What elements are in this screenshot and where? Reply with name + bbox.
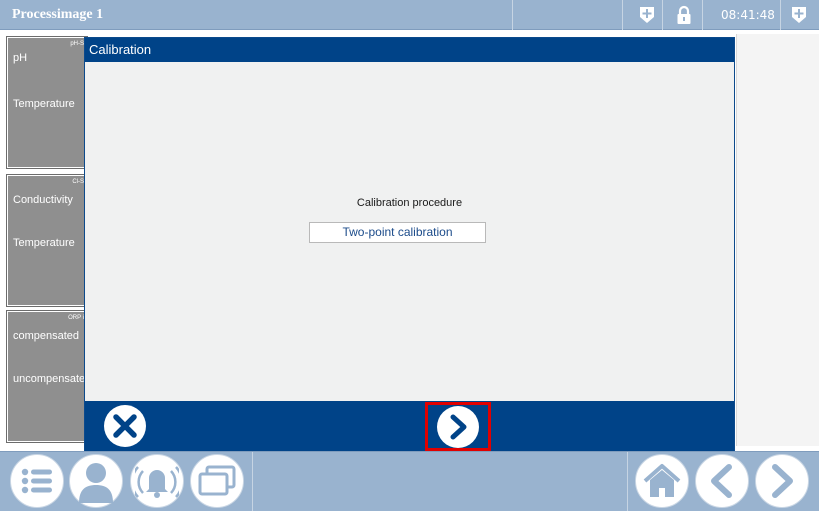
alarm-bell-icon <box>135 466 179 498</box>
top-bar-divider <box>512 0 513 30</box>
windows-icon <box>198 465 236 496</box>
procedure-label: Calibration procedure <box>356 197 463 209</box>
chevron-right-icon <box>450 414 467 440</box>
panel-label: compensated <box>13 330 80 342</box>
top-bar-divider <box>780 0 781 30</box>
process-image-title: Processimage 1 <box>12 7 104 22</box>
home-icon <box>643 464 681 497</box>
dialog-footer <box>85 401 734 451</box>
bottom-bar-divider <box>252 452 253 511</box>
lock-icon[interactable] <box>673 4 695 26</box>
dialog-title: Calibration <box>85 38 734 62</box>
user-icon <box>79 463 113 503</box>
calibration-dialog: Calibration Calibration procedure Two-po… <box>84 37 735 451</box>
top-bar: Processimage 1 08:41:48 <box>0 0 819 30</box>
alarm-button[interactable] <box>130 454 184 508</box>
top-bar-divider <box>662 0 663 30</box>
clock-time: 08:41:48 <box>721 8 775 22</box>
procedure-select[interactable]: Two-point calibration <box>309 222 486 243</box>
back-button[interactable] <box>695 454 749 508</box>
home-button[interactable] <box>635 454 689 508</box>
panel-label: Temperature <box>13 237 75 249</box>
measurement-panel-conductivity[interactable]: Cl-S Conductivity Temperature <box>6 174 88 307</box>
forward-icon <box>772 464 793 498</box>
menu-list-icon <box>21 468 52 494</box>
windows-button[interactable] <box>190 454 244 508</box>
bottom-bar <box>0 451 819 511</box>
screen: Processimage 1 08:41:48 pH-S pH Temperat… <box>0 0 819 511</box>
panel-label: pH <box>13 52 28 64</box>
panel-label: Conductivity <box>13 194 73 206</box>
top-bar-divider <box>622 0 623 30</box>
panel-label: uncompensated <box>13 373 92 385</box>
cancel-button[interactable] <box>104 405 146 447</box>
panel-tag: ORP i <box>68 315 84 321</box>
menu-button[interactable] <box>10 454 64 508</box>
forward-button[interactable] <box>755 454 809 508</box>
add-shield-icon[interactable] <box>788 4 810 26</box>
panel-tag: pH-S <box>70 41 84 47</box>
back-icon <box>711 464 732 498</box>
next-button[interactable] <box>437 406 479 448</box>
right-strip <box>736 34 819 446</box>
top-bar-divider <box>702 0 703 30</box>
measurement-panel-orp[interactable]: ORP i compensated uncompensated <box>6 310 91 443</box>
measurement-panel-ph[interactable]: pH-S pH Temperature <box>6 36 88 169</box>
user-button[interactable] <box>69 454 123 508</box>
add-shield-icon[interactable] <box>636 4 658 26</box>
panel-tag: Cl-S <box>72 179 84 185</box>
bottom-bar-divider <box>627 452 628 511</box>
panel-label: Temperature <box>13 98 75 110</box>
close-icon <box>113 414 137 438</box>
